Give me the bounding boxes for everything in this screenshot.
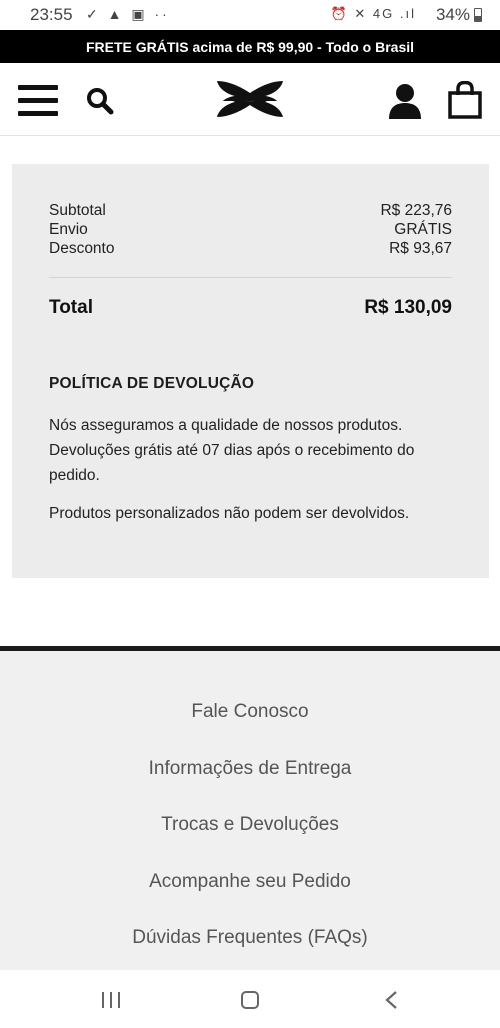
promo-banner: FRETE GRÁTIS acima de R$ 99,90 - Todo o … <box>0 30 500 63</box>
shipping-label: Envio <box>49 221 88 238</box>
total-row: Total R$ 130,09 <box>49 297 452 319</box>
status-bar: 23:55 ✓ ▲ ▣ ·· ⏰ ✕ 4G .ıl 34% <box>0 0 500 30</box>
return-policy-note: Produtos personalizados não podem ser de… <box>49 505 410 522</box>
footer-link-returns[interactable]: Trocas e Devoluções <box>0 814 500 836</box>
bag-icon[interactable] <box>447 81 483 119</box>
discount-row: Desconto R$ 93,67 <box>49 240 452 258</box>
system-nav-bar <box>0 970 500 1028</box>
discount-label: Desconto <box>49 240 115 257</box>
footer-link-contact[interactable]: Fale Conosco <box>0 701 500 723</box>
summary-divider <box>49 277 452 278</box>
subtotal-row: Subtotal R$ 223,76 <box>49 202 452 220</box>
return-policy-line: Nós asseguramos a qualidade de nossos pr… <box>49 417 403 434</box>
return-policy-title: POLÍTICA DE DEVOLUÇÃO <box>49 375 255 392</box>
home-icon[interactable] <box>241 991 259 1009</box>
return-policy-text: Nós asseguramos a qualidade de nossos pr… <box>49 413 459 488</box>
under-armour-logo[interactable] <box>215 77 285 121</box>
order-summary: Subtotal R$ 223,76 Envio GRÁTIS Desconto… <box>12 164 489 578</box>
network-icons: ⏰ ✕ 4G .ıl <box>330 6 416 21</box>
subtotal-value: R$ 223,76 <box>380 202 452 219</box>
back-icon[interactable] <box>384 990 398 1010</box>
footer: Fale Conosco Informações de Entrega Troc… <box>0 651 500 970</box>
notification-icons: ✓ ▲ ▣ ·· <box>86 6 170 22</box>
subtotal-label: Subtotal <box>49 202 106 219</box>
return-policy-line: pedido. <box>49 467 100 484</box>
site-header <box>0 63 500 136</box>
account-icon[interactable] <box>388 83 422 119</box>
shipping-value: GRÁTIS <box>394 221 452 238</box>
footer-link-faqs[interactable]: Dúvidas Frequentes (FAQs) <box>0 927 500 949</box>
total-value: R$ 130,09 <box>364 297 452 318</box>
battery-icon <box>474 8 482 22</box>
discount-value: R$ 93,67 <box>389 240 452 257</box>
shipping-row: Envio GRÁTIS <box>49 221 452 239</box>
footer-link-track-order[interactable]: Acompanhe seu Pedido <box>0 871 500 893</box>
promo-text: FRETE GRÁTIS acima de R$ 99,90 - Todo o … <box>85 38 415 55</box>
status-time: 23:55 <box>30 5 73 24</box>
battery-percent: 34% <box>435 5 470 24</box>
menu-icon[interactable] <box>18 83 58 117</box>
total-label: Total <box>49 297 93 318</box>
search-icon[interactable] <box>86 87 114 115</box>
footer-link-delivery[interactable]: Informações de Entrega <box>0 758 500 780</box>
return-policy-line: Devoluções grátis até 07 dias após o rec… <box>49 442 415 459</box>
